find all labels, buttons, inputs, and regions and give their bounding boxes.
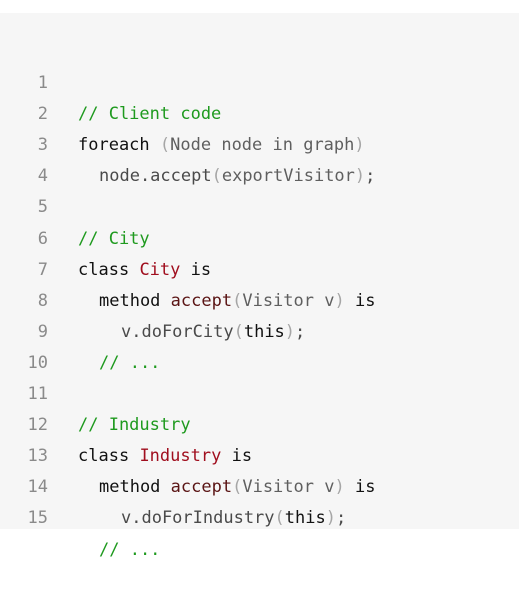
line-content: v.doForIndustry(this);: [78, 503, 346, 534]
comment-token: // ...: [99, 539, 161, 560]
call-token: v.doForIndustry: [121, 508, 275, 529]
code-line: 8 v.doForCity(this);: [0, 255, 519, 342]
code-line: 13 method accept(Visitor v) is: [0, 410, 519, 497]
code-line: 10: [0, 317, 519, 373]
code-line: 2 foreach (Node node in graph): [0, 68, 519, 155]
code-line: 3 node.accept(exportVisitor);: [0, 99, 519, 186]
punctuation-token: ): [325, 508, 336, 529]
code-line: 6 class City is: [0, 192, 519, 280]
keyword-token: this: [284, 508, 326, 529]
code-line: 14 v.doForIndustry(this);: [0, 441, 519, 528]
code-line: 7 method accept(Visitor v) is: [0, 224, 519, 311]
code-line: 12 class Industry is: [0, 379, 519, 466]
line-content: // ...: [78, 535, 160, 566]
code-line: 15 // ...: [0, 472, 519, 559]
code-line: 5 // City: [0, 161, 519, 248]
punctuation-token: (: [274, 508, 285, 529]
code-line: 11 // Industry: [0, 348, 519, 435]
code-line: 4: [0, 130, 519, 186]
line-number: 15: [27, 508, 48, 529]
semicolon-token: ;: [335, 508, 347, 529]
code-line: 9 // ...: [0, 286, 519, 373]
code-block: 1 // Client code 2 foreach (Node node in…: [0, 13, 519, 560]
code-line: 1 // Client code: [0, 37, 519, 124]
